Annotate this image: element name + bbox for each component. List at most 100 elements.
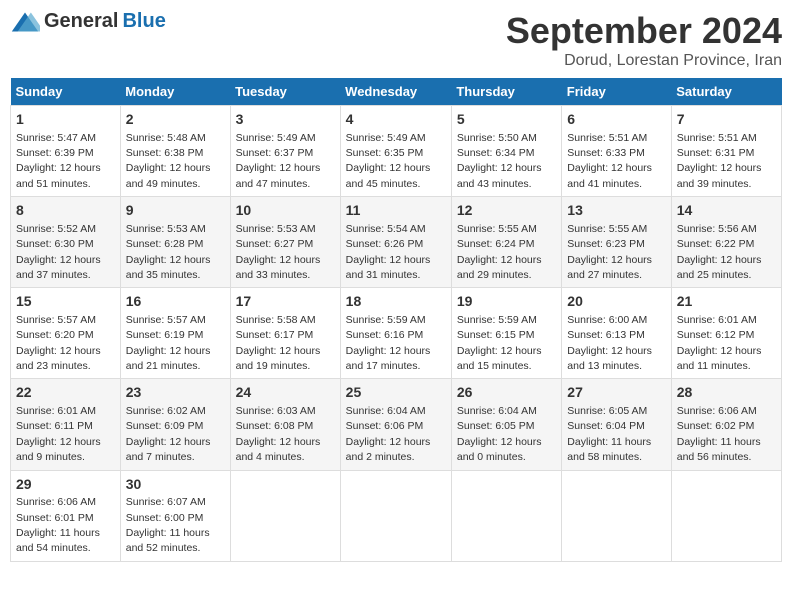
weekday-header-monday: Monday <box>120 78 230 106</box>
day-number: 2 <box>126 110 225 130</box>
day-number: 25 <box>346 383 446 403</box>
calendar-cell: 7Sunrise: 5:51 AM Sunset: 6:31 PM Daylig… <box>671 106 781 197</box>
calendar-cell: 16Sunrise: 5:57 AM Sunset: 6:19 PM Dayli… <box>120 288 230 379</box>
day-info: Sunrise: 6:02 AM Sunset: 6:09 PM Dayligh… <box>126 405 211 463</box>
day-number: 18 <box>346 292 446 312</box>
calendar-cell: 23Sunrise: 6:02 AM Sunset: 6:09 PM Dayli… <box>120 379 230 470</box>
header: GeneralBlue September 2024 Dorud, Lorest… <box>10 10 782 70</box>
calendar-cell: 11Sunrise: 5:54 AM Sunset: 6:26 PM Dayli… <box>340 197 451 288</box>
day-number: 3 <box>236 110 335 130</box>
day-info: Sunrise: 5:53 AM Sunset: 6:27 PM Dayligh… <box>236 223 321 281</box>
day-number: 22 <box>16 383 115 403</box>
day-info: Sunrise: 5:53 AM Sunset: 6:28 PM Dayligh… <box>126 223 211 281</box>
weekday-header-thursday: Thursday <box>451 78 561 106</box>
day-number: 17 <box>236 292 335 312</box>
day-info: Sunrise: 6:04 AM Sunset: 6:05 PM Dayligh… <box>457 405 542 463</box>
month-title: September 2024 <box>506 10 782 52</box>
day-info: Sunrise: 5:55 AM Sunset: 6:23 PM Dayligh… <box>567 223 652 281</box>
day-number: 5 <box>457 110 556 130</box>
day-number: 30 <box>126 475 225 495</box>
day-info: Sunrise: 5:59 AM Sunset: 6:16 PM Dayligh… <box>346 314 431 372</box>
day-info: Sunrise: 6:06 AM Sunset: 6:01 PM Dayligh… <box>16 496 100 554</box>
calendar-cell: 25Sunrise: 6:04 AM Sunset: 6:06 PM Dayli… <box>340 379 451 470</box>
day-number: 12 <box>457 201 556 221</box>
day-number: 1 <box>16 110 115 130</box>
day-info: Sunrise: 5:49 AM Sunset: 6:37 PM Dayligh… <box>236 132 321 190</box>
day-number: 15 <box>16 292 115 312</box>
calendar-cell: 8Sunrise: 5:52 AM Sunset: 6:30 PM Daylig… <box>11 197 121 288</box>
calendar-cell: 14Sunrise: 5:56 AM Sunset: 6:22 PM Dayli… <box>671 197 781 288</box>
day-number: 23 <box>126 383 225 403</box>
day-info: Sunrise: 5:57 AM Sunset: 6:20 PM Dayligh… <box>16 314 101 372</box>
day-info: Sunrise: 5:59 AM Sunset: 6:15 PM Dayligh… <box>457 314 542 372</box>
day-info: Sunrise: 5:58 AM Sunset: 6:17 PM Dayligh… <box>236 314 321 372</box>
weekday-header-wednesday: Wednesday <box>340 78 451 106</box>
calendar-cell: 28Sunrise: 6:06 AM Sunset: 6:02 PM Dayli… <box>671 379 781 470</box>
logo-icon <box>10 11 40 33</box>
calendar-cell: 29Sunrise: 6:06 AM Sunset: 6:01 PM Dayli… <box>11 470 121 561</box>
day-number: 16 <box>126 292 225 312</box>
title-area: September 2024 Dorud, Lorestan Province,… <box>506 10 782 70</box>
day-info: Sunrise: 5:52 AM Sunset: 6:30 PM Dayligh… <box>16 223 101 281</box>
day-number: 9 <box>126 201 225 221</box>
calendar-cell: 26Sunrise: 6:04 AM Sunset: 6:05 PM Dayli… <box>451 379 561 470</box>
calendar-cell: 24Sunrise: 6:03 AM Sunset: 6:08 PM Dayli… <box>230 379 340 470</box>
calendar-cell <box>671 470 781 561</box>
calendar-cell: 3Sunrise: 5:49 AM Sunset: 6:37 PM Daylig… <box>230 106 340 197</box>
calendar-cell: 9Sunrise: 5:53 AM Sunset: 6:28 PM Daylig… <box>120 197 230 288</box>
calendar-table: SundayMondayTuesdayWednesdayThursdayFrid… <box>10 78 782 562</box>
day-info: Sunrise: 6:00 AM Sunset: 6:13 PM Dayligh… <box>567 314 652 372</box>
calendar-cell: 4Sunrise: 5:49 AM Sunset: 6:35 PM Daylig… <box>340 106 451 197</box>
day-info: Sunrise: 6:06 AM Sunset: 6:02 PM Dayligh… <box>677 405 761 463</box>
calendar-cell: 18Sunrise: 5:59 AM Sunset: 6:16 PM Dayli… <box>340 288 451 379</box>
logo: GeneralBlue <box>10 10 166 33</box>
day-number: 29 <box>16 475 115 495</box>
calendar-cell: 10Sunrise: 5:53 AM Sunset: 6:27 PM Dayli… <box>230 197 340 288</box>
calendar-cell <box>451 470 561 561</box>
day-info: Sunrise: 6:03 AM Sunset: 6:08 PM Dayligh… <box>236 405 321 463</box>
day-info: Sunrise: 6:05 AM Sunset: 6:04 PM Dayligh… <box>567 405 651 463</box>
day-number: 26 <box>457 383 556 403</box>
day-number: 7 <box>677 110 776 130</box>
day-info: Sunrise: 5:54 AM Sunset: 6:26 PM Dayligh… <box>346 223 431 281</box>
calendar-cell: 1Sunrise: 5:47 AM Sunset: 6:39 PM Daylig… <box>11 106 121 197</box>
day-info: Sunrise: 5:51 AM Sunset: 6:31 PM Dayligh… <box>677 132 762 190</box>
calendar-cell: 30Sunrise: 6:07 AM Sunset: 6:00 PM Dayli… <box>120 470 230 561</box>
day-info: Sunrise: 6:07 AM Sunset: 6:00 PM Dayligh… <box>126 496 210 554</box>
day-number: 11 <box>346 201 446 221</box>
location-title: Dorud, Lorestan Province, Iran <box>506 52 782 70</box>
day-info: Sunrise: 5:55 AM Sunset: 6:24 PM Dayligh… <box>457 223 542 281</box>
calendar-cell: 13Sunrise: 5:55 AM Sunset: 6:23 PM Dayli… <box>562 197 671 288</box>
calendar-cell: 20Sunrise: 6:00 AM Sunset: 6:13 PM Dayli… <box>562 288 671 379</box>
calendar-cell: 12Sunrise: 5:55 AM Sunset: 6:24 PM Dayli… <box>451 197 561 288</box>
day-info: Sunrise: 5:51 AM Sunset: 6:33 PM Dayligh… <box>567 132 652 190</box>
calendar-cell: 6Sunrise: 5:51 AM Sunset: 6:33 PM Daylig… <box>562 106 671 197</box>
calendar-cell: 21Sunrise: 6:01 AM Sunset: 6:12 PM Dayli… <box>671 288 781 379</box>
day-info: Sunrise: 5:47 AM Sunset: 6:39 PM Dayligh… <box>16 132 101 190</box>
day-info: Sunrise: 6:01 AM Sunset: 6:11 PM Dayligh… <box>16 405 101 463</box>
weekday-header-saturday: Saturday <box>671 78 781 106</box>
day-number: 24 <box>236 383 335 403</box>
calendar-cell <box>230 470 340 561</box>
calendar-cell: 15Sunrise: 5:57 AM Sunset: 6:20 PM Dayli… <box>11 288 121 379</box>
logo-blue: Blue <box>122 10 165 33</box>
day-number: 19 <box>457 292 556 312</box>
calendar-cell: 22Sunrise: 6:01 AM Sunset: 6:11 PM Dayli… <box>11 379 121 470</box>
calendar-cell: 17Sunrise: 5:58 AM Sunset: 6:17 PM Dayli… <box>230 288 340 379</box>
day-number: 13 <box>567 201 665 221</box>
day-info: Sunrise: 5:57 AM Sunset: 6:19 PM Dayligh… <box>126 314 211 372</box>
day-number: 28 <box>677 383 776 403</box>
day-number: 27 <box>567 383 665 403</box>
calendar-cell: 27Sunrise: 6:05 AM Sunset: 6:04 PM Dayli… <box>562 379 671 470</box>
day-number: 10 <box>236 201 335 221</box>
day-info: Sunrise: 5:49 AM Sunset: 6:35 PM Dayligh… <box>346 132 431 190</box>
calendar-cell <box>340 470 451 561</box>
day-number: 6 <box>567 110 665 130</box>
day-number: 21 <box>677 292 776 312</box>
day-number: 4 <box>346 110 446 130</box>
day-info: Sunrise: 5:48 AM Sunset: 6:38 PM Dayligh… <box>126 132 211 190</box>
day-info: Sunrise: 5:56 AM Sunset: 6:22 PM Dayligh… <box>677 223 762 281</box>
day-number: 20 <box>567 292 665 312</box>
calendar-cell <box>562 470 671 561</box>
day-info: Sunrise: 6:04 AM Sunset: 6:06 PM Dayligh… <box>346 405 431 463</box>
